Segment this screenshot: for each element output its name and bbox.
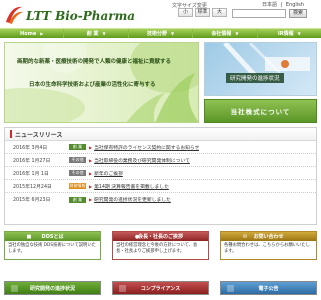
person-icon: ● [134,233,140,240]
lang-japanese-link[interactable]: 日本語 [262,2,277,8]
shield-icon [119,285,126,292]
global-nav: Home ▶ 創 業 ▼ 技術分野 ▼ 会社情報 ▼ IR情報 ▼ [0,28,321,38]
news-item[interactable]: 2016年 1月27日 その他 ▶ 当社取締役の業務及び研究開発体制について [5,154,316,167]
contact-panel-title: お問い合わせ [253,234,284,240]
news-date: 2016年 1月 1日 [13,171,49,177]
logo-text: LTT Bio-Pharma [25,9,134,23]
lang-separator: | [280,2,283,8]
search-button[interactable]: 検索 [289,9,307,18]
arrow-right-icon: ▶ [89,144,93,150]
nav-item-company[interactable]: 会社情報 ▼ [193,29,258,38]
contact-panel-header: ✉ お問い合わせ [221,232,316,241]
greeting-panel-title: 会長・社長のご挨拶 [137,234,183,240]
news-category-badge: 創 業 [69,196,86,203]
font-size-controls: 小 標準 大 [178,8,227,17]
arrow-right-icon: ▶ [89,157,93,163]
research-progress-button-label: 研究開発の進捗状況 [29,285,75,292]
font-size-large-button[interactable]: 大 [212,8,227,17]
news-link[interactable]: 第14期 決算報告書を掲載しました [94,183,169,190]
nav-item-home[interactable]: Home ▶ [0,29,65,38]
research-progress-label: 研究開発の進捗状況 [226,73,284,83]
contact-panel[interactable]: ✉ お問い合わせ 各種お問合わせは、こちらからお願いいたします。 [220,231,317,260]
greeting-panel-header: ● 会長・社長のご挨拶 [113,232,208,241]
nav-label: Home [20,30,37,37]
news-header: ニュースリリース [5,128,316,141]
info-icon: ■ [26,233,32,240]
hero-banner: 画期的な新薬・医療技術の開発で人類の健康と福祉に貢献する 日本の生命科学技術およ… [4,42,199,123]
language-switcher: 日本語 | English [261,1,305,8]
greeting-panel[interactable]: ● 会長・社長のご挨拶 当社の経営理念と今後の方針について、会長・社長よりご挨拶… [112,231,209,260]
greeting-panel-body: 当社の経営理念と今後の方針について、会長・社長よりご挨拶申し上げます。 [113,241,208,259]
news-item[interactable]: 2015年12月24日 財務情報 ▶ 第14期 決算報告書を掲載しました [5,180,316,193]
news-date: 2016年 3月4日 [13,145,48,151]
nav-label: 技術分野 [146,31,167,37]
dds-panel-title: DDSとは [41,234,64,240]
hero-tagline-1: 画期的な新薬・医療技術の開発で人類の健康と福祉に貢献する [17,59,172,65]
news-item[interactable]: 2015年 6月23日 創 業 ▶ 研究開発の進捗状況を更新しました [5,193,316,206]
font-size-small-button[interactable]: 小 [178,8,193,17]
news-category-badge: 財務情報 [69,183,86,189]
arrow-right-icon: ▶ [89,197,93,202]
nav-item-technology[interactable]: 技術分野 ▼ [129,29,194,38]
lab-pipette-image [205,43,316,95]
chevron-down-icon: ▼ [297,31,301,36]
chevron-right-icon: ▶ [40,31,44,36]
arrow-right-icon: ▶ [89,183,93,189]
dds-panel[interactable]: ■ DDSとは 当社の独自な技術 DDS技術について説明いたします。 [4,231,101,260]
research-progress-banner[interactable]: 研究開発の進捗状況 [204,42,317,96]
news-category-badge: その他 [69,170,86,176]
lang-english-link[interactable]: English [286,2,304,8]
news-header-accent [10,130,12,138]
company-logo[interactable]: LTT Bio-Pharma [4,4,134,26]
news-link[interactable]: 新年のご挨拶 [94,170,123,177]
search-input[interactable] [232,9,286,18]
contact-panel-body: 各種お問合わせは、こちらからお願いいたします。 [221,241,316,259]
news-date: 2016年 1月27日 [13,158,51,164]
nav-item-founding[interactable]: 創 業 ▼ [64,29,129,38]
nav-item-ir[interactable]: IR情報 ▼ [258,29,321,38]
news-link[interactable]: 研究開発の進捗状況を更新しました [94,196,171,203]
nav-label: 会社情報 [211,31,232,37]
news-category-badge: 創 業 [69,144,86,150]
nav-label: IR情報 [277,31,294,37]
chevron-down-icon: ▼ [102,31,106,36]
research-progress-button[interactable]: 研究開発の進捗状況 [4,281,101,295]
public-notice-button-label: 電子公告 [258,285,279,292]
public-notice-button[interactable]: 電子公告 [220,281,317,295]
chevron-down-icon: ▼ [170,31,175,36]
nav-label: 創 業 [86,31,99,37]
news-category-badge: その他 [69,157,86,163]
dds-panel-header: ■ DDSとは [5,232,100,241]
news-release-section: ニュースリリース 2016年 3月4日 創 業 ▶ 当社保有特許のライセンス契約… [4,127,317,225]
news-item[interactable]: 2016年 3月4日 創 業 ▶ 当社保有特許のライセンス契約に関するお知らせ [5,141,316,154]
font-size-standard-button[interactable]: 標準 [195,8,210,17]
news-link[interactable]: 当社取締役の業務及び研究開発体制について [94,157,190,164]
news-title: ニュースリリース [15,131,63,139]
notice-icon [227,285,234,292]
arrow-right-icon: ▶ [89,170,93,176]
hero-tagline-2: 日本の生命科学技術および産業の活性化に寄与する [29,82,156,88]
chevron-down-icon: ▼ [235,31,239,36]
compliance-button-label: コンプライアンス [140,285,181,292]
news-date: 2015年 6月23日 [13,198,51,203]
news-item[interactable]: 2016年 1月 1日 その他 ▶ 新年のご挨拶 [5,167,316,180]
compliance-button[interactable]: コンプライアンス [112,281,209,295]
news-link[interactable]: 当社保有特許のライセンス契約に関するお知らせ [94,144,199,151]
stock-info-label: 当社株式について [230,108,291,116]
document-icon [11,285,18,292]
stock-info-banner[interactable]: 当社株式について [204,99,317,123]
dds-panel-body: 当社の独自な技術 DDS技術について説明いたします。 [5,241,100,259]
mail-icon: ✉ [242,233,248,240]
news-date: 2015年12月24日 [13,184,52,190]
